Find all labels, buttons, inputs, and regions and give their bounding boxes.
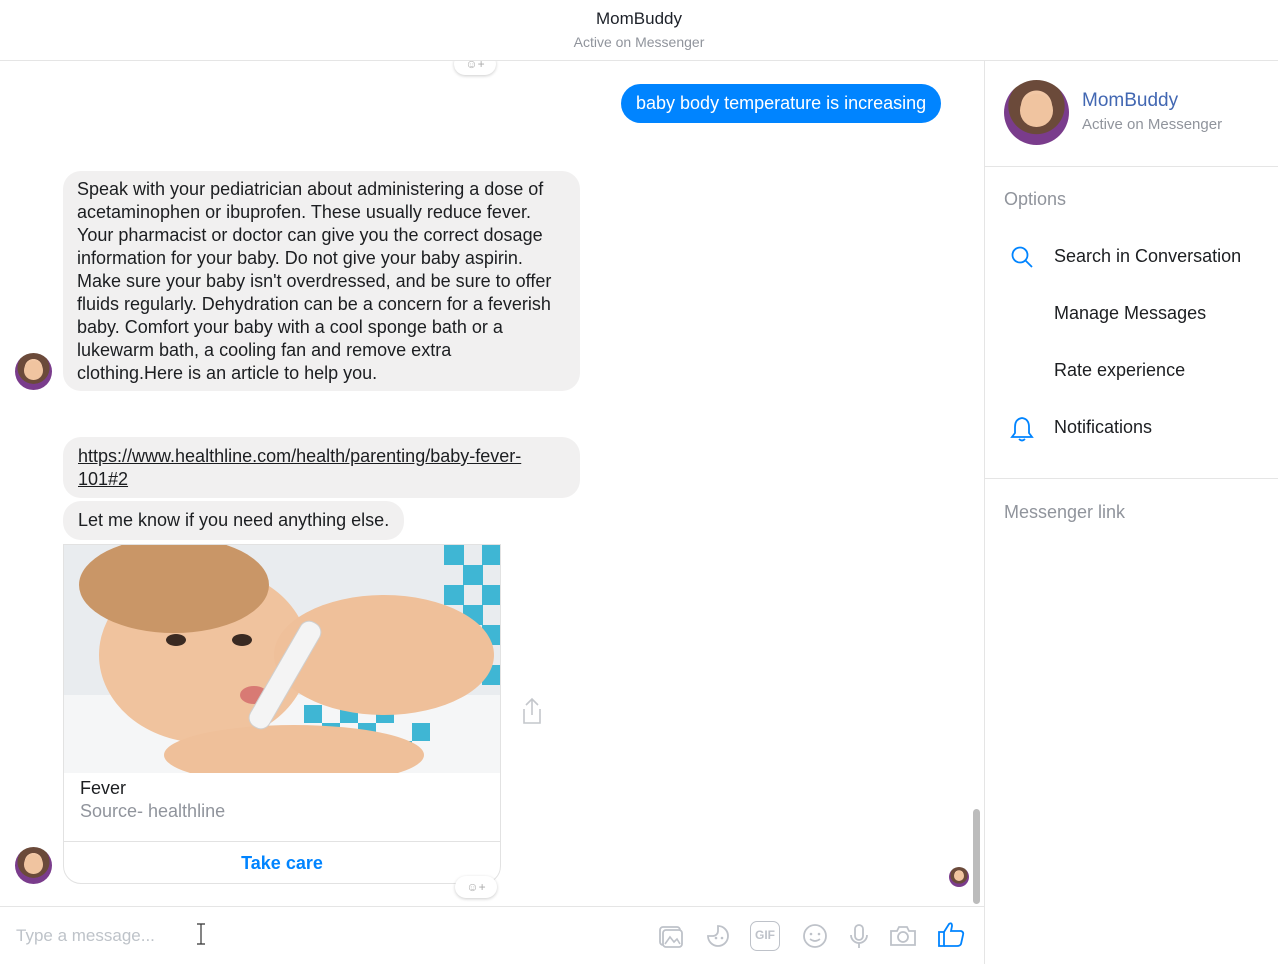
article-card: Fever Source- healthline Take care <box>63 544 501 884</box>
search-icon <box>1011 246 1033 268</box>
user-message-bubble: baby body temperature is increasing <box>621 84 942 123</box>
bot-avatar <box>15 847 52 884</box>
article-card-source: Source- healthline <box>80 801 226 821</box>
message-composer: GIF <box>0 906 984 964</box>
emoji-icon[interactable] <box>800 921 830 951</box>
manage-messages-item[interactable]: Manage Messages <box>985 295 1278 335</box>
panel-divider <box>985 166 1278 167</box>
article-image[interactable] <box>64 545 500 773</box>
article-card-title: Fever <box>80 778 127 798</box>
conversation-status: Active on Messenger <box>573 34 705 50</box>
bot-message-bubble-short: Let me know if you need anything else. <box>63 501 405 540</box>
chat-scrollbar[interactable] <box>973 809 980 904</box>
take-care-button[interactable]: Take care <box>64 842 500 883</box>
photo-icon[interactable] <box>656 921 686 951</box>
message-thread: ☺+ baby body temperature is increasing S… <box>0 61 984 906</box>
thumbs-up-icon[interactable] <box>936 919 966 949</box>
gif-button[interactable]: GIF <box>750 921 780 951</box>
share-icon[interactable] <box>520 697 544 725</box>
bell-icon <box>1010 417 1034 442</box>
bot-avatar <box>15 353 52 390</box>
manage-messages-label: Manage Messages <box>1054 303 1207 323</box>
options-heading: Options <box>1004 189 1067 209</box>
notifications-label: Notifications <box>1054 417 1153 437</box>
search-in-conversation-item[interactable]: Search in Conversation <box>985 238 1278 278</box>
conversation-header: MomBuddy Active on Messenger <box>0 0 1278 61</box>
notifications-item[interactable]: Notifications <box>985 409 1278 449</box>
add-reaction-button[interactable]: ☺+ <box>455 876 497 898</box>
message-input[interactable] <box>0 907 640 964</box>
sticker-icon[interactable] <box>703 921 733 951</box>
microphone-icon[interactable] <box>844 921 874 951</box>
panel-divider <box>985 478 1278 479</box>
contact-status: Active on Messenger <box>1082 116 1223 133</box>
article-link[interactable]: https://www.healthline.com/health/parent… <box>78 446 521 489</box>
add-reaction-button[interactable]: ☺+ <box>454 61 496 75</box>
camera-icon[interactable] <box>888 921 918 951</box>
conversation-title: MomBuddy <box>596 9 682 28</box>
rate-experience-label: Rate experience <box>1054 360 1186 380</box>
rate-experience-item[interactable]: Rate experience <box>985 352 1278 392</box>
search-in-conversation-label: Search in Conversation <box>1054 246 1242 266</box>
bot-message-bubble: Speak with your pediatrician about admin… <box>63 171 580 391</box>
messenger-link-heading[interactable]: Messenger link <box>1004 502 1125 523</box>
conversation-details-panel: MomBuddy Active on Messenger Options Sea… <box>984 61 1278 964</box>
contact-avatar <box>1004 80 1069 145</box>
text-cursor-icon <box>197 923 205 945</box>
gif-label: GIF <box>755 928 775 942</box>
bot-link-bubble: https://www.healthline.com/health/parent… <box>63 437 580 498</box>
seen-avatar <box>949 867 969 887</box>
contact-name[interactable]: MomBuddy <box>1082 90 1178 112</box>
